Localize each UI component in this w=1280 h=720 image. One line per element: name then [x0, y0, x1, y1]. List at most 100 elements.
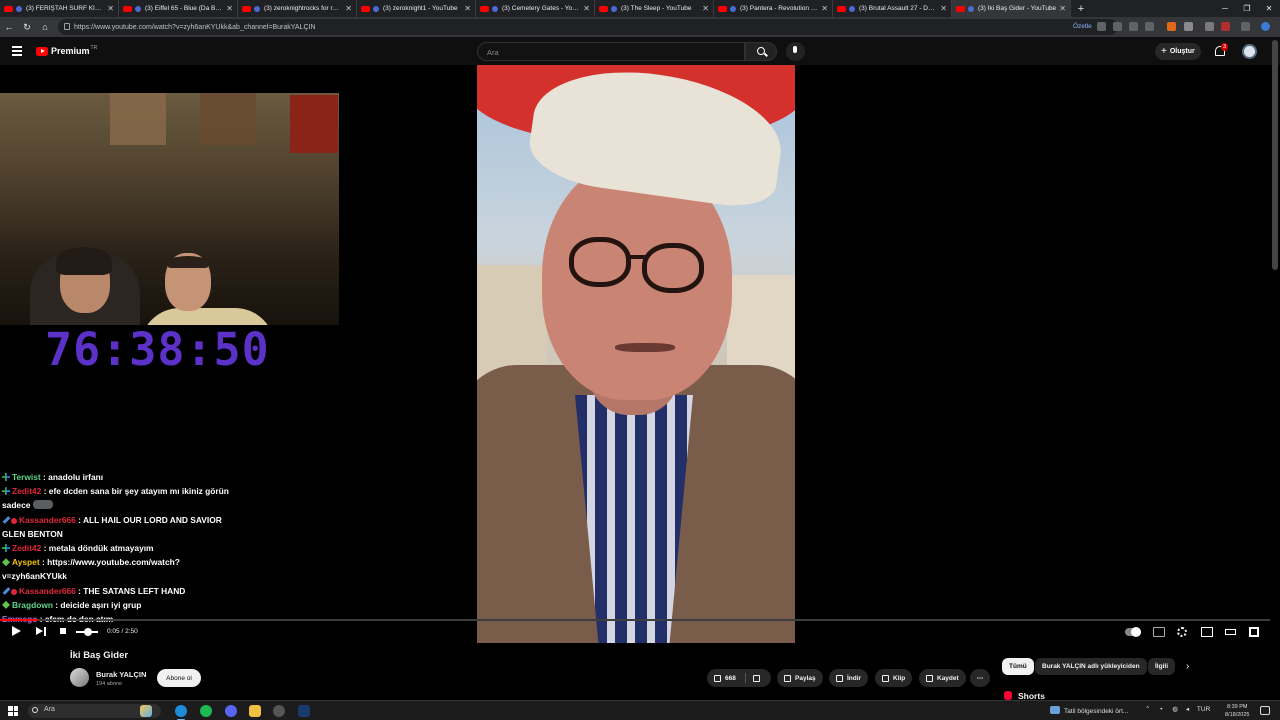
menu-icon[interactable] — [12, 46, 22, 56]
speaker-icon[interactable]: ◂ — [1186, 706, 1189, 713]
extension-icon[interactable] — [1167, 22, 1176, 31]
extensions-puzzle-icon[interactable] — [1184, 22, 1193, 31]
save-button[interactable]: Kaydet — [919, 669, 966, 687]
chip-all[interactable]: Tümü — [1002, 658, 1034, 675]
like-button[interactable]: 668 — [707, 669, 771, 687]
fullscreen-icon[interactable] — [1249, 627, 1259, 637]
browser-tab[interactable]: (3) Eiffel 65 - Blue (Da Ba Dee✕ — [119, 0, 238, 17]
subscribe-button[interactable]: Abone ol — [157, 669, 201, 687]
close-window-icon[interactable]: ✕ — [1258, 4, 1280, 13]
spotify-icon[interactable] — [200, 705, 212, 717]
copilot-icon[interactable] — [1261, 22, 1270, 31]
chat-username[interactable]: Bragdown — [12, 600, 53, 610]
close-tab-icon[interactable]: ✕ — [345, 4, 352, 13]
volume-icon[interactable] — [60, 628, 66, 634]
favorites-icon[interactable] — [1205, 22, 1214, 31]
browser-tab[interactable]: (3) FERİŞTAH SURF KİNG 1 -✕ — [0, 0, 119, 17]
read-aloud-icon[interactable] — [1129, 22, 1138, 31]
account-avatar[interactable] — [1242, 44, 1257, 59]
play-icon[interactable] — [12, 626, 21, 636]
chip-from-uploader[interactable]: Burak YALÇIN adlı yükleyiciden — [1035, 658, 1147, 675]
page-scrollbar[interactable] — [1272, 40, 1278, 270]
chat-username[interactable]: Kassander666 — [19, 586, 76, 596]
home-icon[interactable]: ⌂ — [36, 22, 54, 32]
close-tab-icon[interactable]: ✕ — [702, 4, 709, 13]
channel-avatar[interactable] — [70, 668, 89, 687]
chat-username[interactable]: Zedit42 — [12, 543, 41, 553]
back-icon[interactable]: ← — [0, 22, 18, 32]
video-frame[interactable] — [477, 65, 795, 643]
window-controls: ─ ❐ ✕ — [1214, 0, 1280, 17]
youtube-logo[interactable]: Premium TR — [36, 45, 98, 56]
browser-tab[interactable]: (3) zeroknightrocks for real - You✕ — [238, 0, 357, 17]
chat-username[interactable]: Kassander666 — [19, 515, 76, 525]
windows-start-icon[interactable] — [8, 706, 18, 716]
chip-related[interactable]: İlgili — [1148, 658, 1175, 675]
next-icon-bar — [44, 627, 46, 636]
favorite-star-icon[interactable] — [1145, 22, 1154, 31]
autoplay-toggle[interactable] — [1125, 627, 1141, 637]
discord-icon[interactable] — [225, 705, 237, 717]
notification-center-icon[interactable] — [1260, 706, 1270, 715]
miniplayer-icon[interactable] — [1201, 627, 1213, 637]
browser-tab[interactable]: (3) zeroknight1 - YouTube ✕ — [357, 0, 476, 17]
search-input[interactable]: Ara — [477, 42, 745, 61]
input-language[interactable]: TUR — [1197, 706, 1210, 713]
browser-tab[interactable]: (3) Brutal Assault 27 - Deicid ✕ — [833, 0, 952, 17]
close-tab-icon[interactable]: ✕ — [821, 4, 828, 13]
weather-widget[interactable]: Tatil bölgesindeki ört... — [1050, 706, 1128, 715]
volume-knob[interactable] — [84, 628, 92, 636]
channel-name[interactable]: Burak YALÇIN — [96, 670, 146, 679]
thumbs-down-icon[interactable] — [753, 675, 760, 682]
profile-icon[interactable] — [1221, 22, 1230, 31]
site-info-icon[interactable] — [64, 23, 70, 30]
tab-search-icon[interactable] — [1097, 22, 1106, 31]
browser-tab[interactable]: (3) İki Baş Gider - YouTube ✕ — [952, 0, 1071, 17]
voice-search-icon[interactable] — [786, 42, 805, 61]
theater-mode-icon[interactable] — [1225, 629, 1236, 635]
minimize-icon[interactable]: ─ — [1214, 4, 1236, 13]
browser-tab[interactable]: (3) Pantera - Revolution Is M ✕ — [714, 0, 833, 17]
close-tab-icon[interactable]: ✕ — [226, 4, 233, 13]
chat-username[interactable]: Ayspet — [12, 557, 40, 567]
chat-username[interactable]: Zedit42 — [12, 486, 41, 496]
close-tab-icon[interactable]: ✕ — [464, 4, 471, 13]
steam-icon[interactable] — [298, 705, 310, 717]
install-app-icon[interactable] — [1113, 22, 1122, 31]
more-actions-button[interactable]: ⋯ — [970, 669, 990, 687]
network-icon[interactable]: ◍ — [1172, 706, 1178, 713]
address-bar[interactable]: https://www.youtube.com/watch?v=zyh6anKY… — [58, 19, 1118, 35]
divider — [745, 673, 746, 683]
chat-username[interactable]: Terwist — [12, 472, 41, 482]
browser-tab[interactable]: (3) Cemetery Gates - YouTub ✕ — [476, 0, 595, 17]
logo-region: TR — [90, 45, 98, 51]
youtube-play-icon — [36, 46, 48, 56]
chevron-right-icon[interactable]: › — [1186, 661, 1189, 672]
clip-button[interactable]: Klip — [875, 669, 913, 687]
download-button[interactable]: İndir — [829, 669, 869, 687]
next-icon[interactable] — [36, 627, 43, 635]
browser-tab[interactable]: (3) The Sleep - YouTube ✕ — [595, 0, 714, 17]
file-explorer-icon[interactable] — [249, 705, 261, 717]
create-button[interactable]: + Oluştur — [1155, 43, 1201, 60]
summarize-button[interactable]: Özetle — [1073, 23, 1092, 30]
restore-icon[interactable]: ❐ — [1236, 4, 1258, 13]
close-tab-icon[interactable]: ✕ — [583, 4, 590, 13]
mic-tray-icon[interactable]: • — [1160, 706, 1162, 713]
close-tab-icon[interactable]: ✕ — [107, 4, 114, 13]
settings-gear-icon[interactable] — [1177, 627, 1187, 637]
taskbar-clock[interactable]: 8:39 PM 8/18/2025 — [1225, 703, 1249, 719]
new-tab-button[interactable]: + — [1074, 3, 1088, 15]
tray-chevron-icon[interactable]: ⌃ — [1145, 706, 1150, 713]
share-button[interactable]: Paylaş — [777, 669, 823, 687]
browser-menu-icon[interactable] — [1241, 22, 1250, 31]
close-tab-icon[interactable]: ✕ — [940, 4, 947, 13]
tab-title: (3) zeroknight1 - YouTube — [383, 5, 458, 12]
search-button[interactable] — [745, 42, 777, 61]
edge-browser-icon[interactable] — [175, 705, 187, 720]
copilot-app-icon[interactable] — [140, 705, 152, 717]
settings-app-icon[interactable] — [273, 705, 285, 717]
close-tab-icon[interactable]: ✕ — [1059, 4, 1066, 13]
reload-icon[interactable]: ↻ — [18, 22, 36, 33]
subtitles-icon[interactable] — [1153, 627, 1165, 637]
